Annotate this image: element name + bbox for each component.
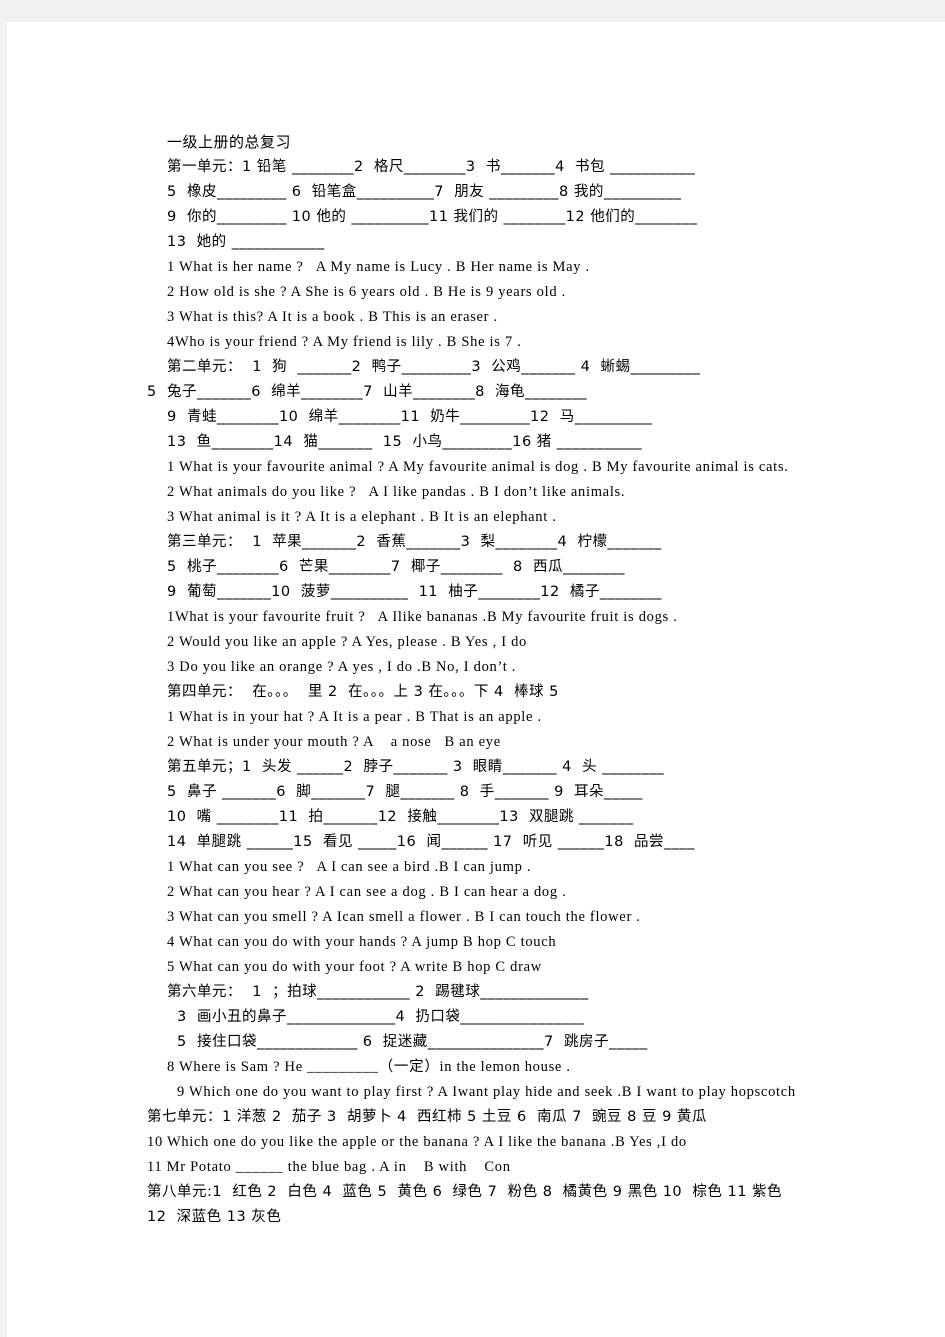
text-line: 3 What animal is it ? A It is a elephant… (167, 509, 557, 525)
text-line: 8 Where is Sam ? He _________（一定）in the … (167, 1059, 571, 1075)
text-line: 第七单元：1 洋葱 2 茄子 3 胡萝卜 4 西红柿 5 土豆 6 南瓜 7 豌… (147, 1109, 707, 1125)
text-line: 5 兔子_______6 绵羊________7 山羊________8 海龟_… (147, 384, 588, 400)
text-line: 5 桃子________6 芒果________7 椰子________ 8 西… (167, 559, 625, 575)
text-line: 5 鼻子 _______6 脚_______7 腿_______ 8 手____… (167, 784, 643, 800)
text-line: 4Who is your friend ? A My friend is lil… (167, 334, 522, 350)
text-line: 14 单腿跳 ______15 看见 _____16 闻______ 17 听见… (167, 834, 696, 850)
text-line: 1 What is your favourite animal ? A My f… (167, 459, 789, 475)
text-line: 2 What animals do you like ? A I like pa… (167, 484, 626, 500)
text-line: 1 What can you see ? A I can see a bird … (167, 859, 532, 875)
text-line: 5 What can you do with your foot ? A wri… (167, 959, 542, 975)
text-line: 9 你的_________ 10 他的 __________11 我们的 ___… (167, 209, 698, 225)
text-line: 9 Which one do you want to play first ? … (177, 1084, 796, 1100)
text-line: 1 What is her name ? A My name is Lucy .… (167, 259, 590, 275)
text-line: 9 青蛙________10 绵羊________11 奶牛_________1… (167, 409, 653, 425)
text-line: 第一单元：1 铅笔 ________2 格尺________3 书_______… (167, 159, 696, 175)
page-title: 一级上册的总复习 (167, 133, 292, 151)
text-line: 10 嘴 ________11 拍_______12 接触________13 … (167, 809, 634, 825)
text-line: 4 What can you do with your hands ? A ju… (167, 934, 557, 950)
text-line: 第四单元： 在。。。 里 2 在。。。上 3 在。。。下 4 棒球 5 (167, 684, 559, 700)
text-line: 第二单元： 1 狗 _______2 鸭子_________3 公鸡______… (167, 359, 701, 375)
text-line: 2 What can you hear ? A I can see a dog … (167, 884, 567, 900)
text-line: 3 画小丑的鼻子______________4 扔口袋_____________… (177, 1009, 585, 1025)
text-line: 9 葡萄_______10 菠萝__________ 11 柚子________… (167, 584, 662, 600)
text-line: 2 Would you like an apple ? A Yes, pleas… (167, 634, 527, 650)
text-line: 第八单元:1 红色 2 白色 4 蓝色 5 黄色 6 绿色 7 粉色 8 橘黄色… (147, 1184, 783, 1200)
text-line: 3 What is this? A It is a book . B This … (167, 309, 498, 325)
text-line: 5 接住口袋_____________ 6 捉迷藏_______________… (177, 1034, 648, 1050)
text-line: 13 她的 ____________ (167, 234, 325, 250)
text-line: 11 Mr Potato ______ the blue bag . A in … (147, 1159, 511, 1175)
document-body: 一级上册的总复习第一单元：1 铅笔 ________2 格尺________3 … (147, 130, 827, 1230)
text-line: 12 深蓝色 13 灰色 (147, 1209, 282, 1225)
text-line: 2 How old is she ? A She is 6 years old … (167, 284, 566, 300)
text-line: 第五单元；1 头发 ______2 脖子_______ 3 眼睛_______ … (167, 759, 665, 775)
text-line: 第三单元： 1 苹果_______2 香蕉_______3 梨________4… (167, 534, 662, 550)
text-line: 3 What can you smell ? A Ican smell a fl… (167, 909, 641, 925)
text-line: 2 What is under your mouth ? A a nose B … (167, 734, 501, 750)
text-line: 5 橡皮_________ 6 铅笔盒__________7 朋友 ______… (167, 184, 682, 200)
document-page: 一级上册的总复习第一单元：1 铅笔 ________2 格尺________3 … (7, 22, 945, 1337)
text-line: 3 Do you like an orange ? A yes , I do .… (167, 659, 517, 675)
text-line: 第六单元： 1 ；拍球____________ 2 踢毽球___________… (167, 984, 589, 1000)
text-line: 13 鱼________14 猫_______ 15 小鸟_________16… (167, 434, 643, 450)
text-line: 1 What is in your hat ? A It is a pear .… (167, 709, 542, 725)
text-line: 1What is your favourite fruit ? A Ilike … (167, 609, 678, 625)
text-line: 10 Which one do you like the apple or th… (147, 1134, 687, 1150)
